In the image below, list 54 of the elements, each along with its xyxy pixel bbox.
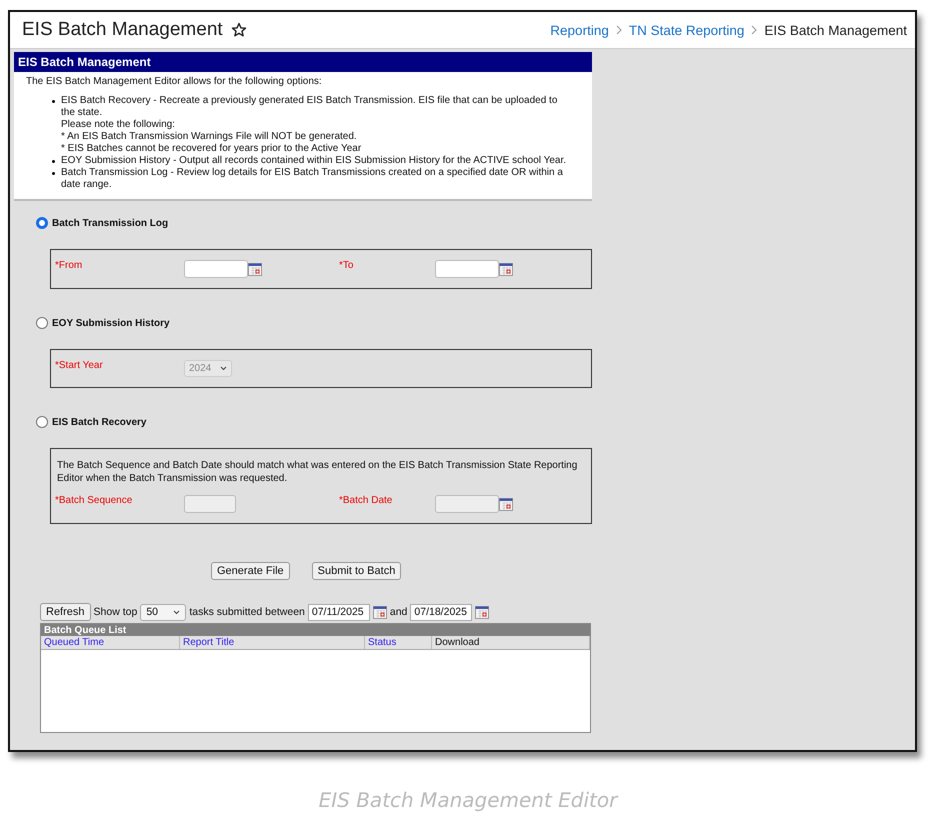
option-label: EIS Batch Recovery	[52, 416, 146, 428]
calendar-icon[interactable]	[475, 606, 490, 618]
field-label: *Start Year	[54, 360, 104, 371]
caret-icon	[173, 610, 180, 614]
description-text: Batch Transmission Log - Review log details for EIS Batch Transmissions created on a specified date OR within a date range.	[61, 167, 564, 191]
description-text: * EIS Batches cannot be recovered for years prior to the Active Year	[61, 143, 362, 155]
breadcrumb-link[interactable]: Reporting	[550, 22, 609, 38]
chevron-icon	[750, 25, 758, 35]
breadcrumb-current: EIS Batch Management	[764, 22, 907, 38]
column-header[interactable]: Queued Time	[41, 636, 180, 649]
toolbar-text: and	[390, 606, 408, 618]
count-select[interactable]: 50	[140, 604, 186, 620]
field-label: *From	[54, 260, 84, 271]
chevron-icon	[614, 25, 623, 35]
description-text: EOY Submission History - Output all records contained within EIS Submission History for the ACTIVE school Year.	[61, 155, 566, 167]
action-button[interactable]: Generate File	[211, 562, 290, 580]
calendar-icon[interactable]	[499, 262, 513, 276]
action-button[interactable]: Submit to Batch	[312, 562, 402, 580]
figure-caption: EIS Batch Management Editor	[318, 788, 620, 812]
bullet-dot	[52, 160, 55, 163]
bullet-dot	[52, 172, 55, 175]
toolbar-text: tasks submitted between	[189, 606, 305, 618]
field-label: *To	[338, 260, 354, 271]
description-text: EIS Batch Recovery - Recreate a previously generated EIS Batch Transmission. EIS file that can be uploaded to the state.	[61, 95, 558, 119]
calendar-icon[interactable]	[499, 498, 513, 510]
note-text: The Batch Sequence and Batch Date should match what was entered on the EIS Batch Transmission State Reporting Editor when the Batch Transmission was requested.	[56, 459, 578, 485]
field-label: *Batch Date	[338, 495, 394, 506]
date-field[interactable]: 07/11/2025	[308, 604, 370, 620]
radio-button[interactable]	[36, 416, 48, 428]
panel-title: EIS Batch Management	[14, 52, 592, 72]
refresh-button[interactable]: Refresh	[40, 603, 91, 621]
bullet-dot	[52, 100, 55, 103]
caret-icon	[220, 366, 227, 371]
radio-button[interactable]	[36, 217, 48, 229]
star-icon[interactable]	[230, 22, 247, 38]
breadcrumb-link[interactable]: TN State Reporting	[628, 22, 744, 38]
intro-text: The EIS Batch Management Editor allows for the following options:	[25, 75, 323, 89]
column-header[interactable]: Report Title	[180, 636, 365, 649]
column-header[interactable]: Status	[365, 636, 432, 649]
date-field[interactable]: 07/18/2025	[410, 604, 472, 620]
option-label: Batch Transmission Log	[52, 218, 168, 228]
calendar-icon[interactable]	[248, 262, 262, 276]
date-field[interactable]	[184, 260, 248, 278]
description-text: * An EIS Batch Transmission Warnings File will NOT be generated.	[61, 131, 358, 143]
page-title: EIS Batch Management	[22, 19, 223, 41]
calendar-icon[interactable]	[372, 606, 387, 618]
date-field[interactable]	[435, 260, 499, 278]
description-text: Please note the following:	[61, 119, 176, 131]
table-title: Batch Queue List	[41, 624, 590, 636]
field-label: *Batch Sequence	[54, 495, 134, 506]
column-header: Download	[432, 636, 590, 649]
option-label: EOY Submission History	[52, 318, 170, 328]
toolbar-text: Show top	[94, 606, 138, 618]
radio-button[interactable]	[36, 317, 48, 329]
